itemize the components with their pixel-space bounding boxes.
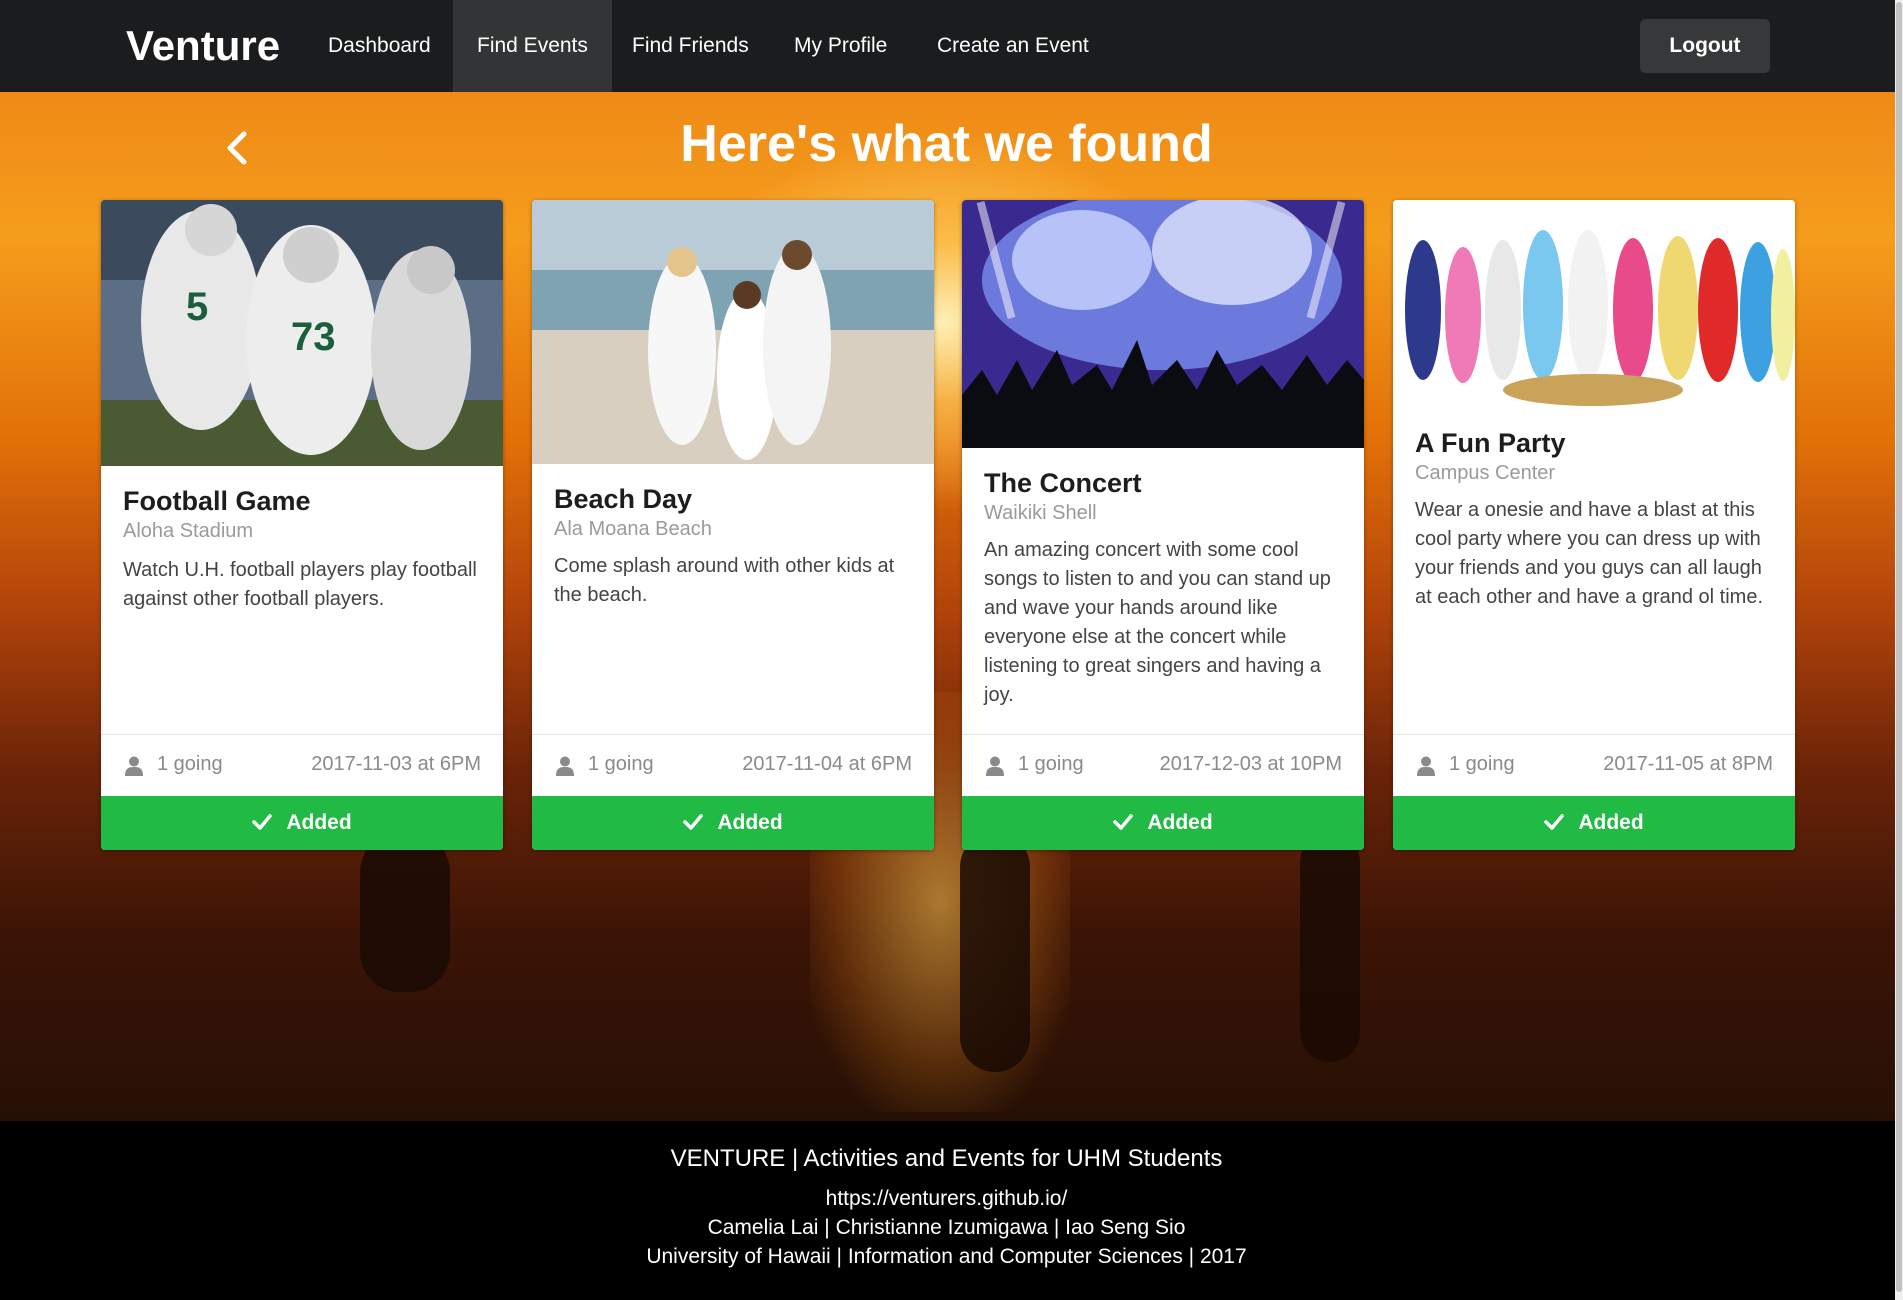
added-button-label: Added bbox=[286, 811, 352, 834]
going-count: 1 going bbox=[1449, 753, 1515, 775]
top-navbar: Venture Dashboard Find Events Find Frien… bbox=[0, 0, 1903, 92]
beach-figure-silhouette bbox=[1300, 832, 1360, 1062]
onesie-party-photo bbox=[1393, 200, 1795, 410]
checkmark-icon bbox=[683, 814, 704, 830]
event-description: Wear a onesie and have a blast at this c… bbox=[1415, 499, 1764, 608]
concert-crowd-photo bbox=[962, 200, 1364, 448]
event-date: 2017-11-04 at 6PM bbox=[742, 753, 912, 775]
event-card: Beach Day Ala Moana Beach Come splash ar… bbox=[532, 200, 934, 850]
footer-authors: Camelia Lai | Christianne Izumigawa | Ia… bbox=[707, 1216, 1186, 1239]
nav-item-create-event[interactable]: Create an Event bbox=[913, 0, 1113, 92]
checkmark-icon bbox=[252, 814, 273, 830]
nav-item-my-profile[interactable]: My Profile bbox=[770, 0, 911, 92]
event-location: Aloha Stadium bbox=[123, 520, 254, 542]
brand-logo[interactable]: Venture bbox=[126, 22, 280, 70]
event-location: Waikiki Shell bbox=[984, 502, 1097, 524]
nav-item-find-events[interactable]: Find Events bbox=[453, 0, 612, 92]
event-location: Ala Moana Beach bbox=[554, 518, 712, 540]
results-heading: Here's what we found bbox=[680, 115, 1213, 173]
footer-tagline: VENTURE | Activities and Events for UHM … bbox=[670, 1145, 1223, 1172]
site-footer: VENTURE | Activities and Events for UHM … bbox=[0, 1121, 1903, 1300]
card-extra: 1 going 2017-11-05 at 8PM bbox=[1393, 734, 1795, 796]
event-card: A Fun Party Campus Center Wear a onesie … bbox=[1393, 200, 1795, 850]
event-description: Come splash around with other kids at th… bbox=[554, 555, 895, 606]
footer-credits: University of Hawaii | Information and C… bbox=[646, 1245, 1247, 1268]
svg-text:5: 5 bbox=[186, 285, 208, 329]
checkmark-icon bbox=[1544, 814, 1565, 830]
event-date: 2017-11-03 at 6PM bbox=[311, 753, 481, 775]
checkmark-icon bbox=[1113, 814, 1134, 830]
beach-people-photo bbox=[532, 200, 934, 464]
added-button[interactable]: Added bbox=[101, 796, 503, 850]
event-description: An amazing concert with some cool songs … bbox=[984, 539, 1331, 706]
card-extra: 1 going 2017-11-03 at 6PM bbox=[101, 734, 503, 796]
svg-text:73: 73 bbox=[291, 315, 336, 359]
added-button[interactable]: Added bbox=[532, 796, 934, 850]
sunset-background: Here's what we found 5 73 Football Game … bbox=[0, 92, 1903, 1121]
event-location: Campus Center bbox=[1415, 462, 1556, 484]
user-icon bbox=[1417, 756, 1435, 776]
footer-link[interactable]: https://venturers.github.io/ bbox=[0, 1187, 1893, 1211]
event-title[interactable]: The Concert bbox=[984, 468, 1142, 499]
card-extra: 1 going 2017-12-03 at 10PM bbox=[962, 734, 1364, 796]
event-title[interactable]: Football Game bbox=[123, 486, 311, 517]
event-title[interactable]: A Fun Party bbox=[1415, 428, 1566, 459]
user-icon bbox=[986, 756, 1004, 776]
going-count: 1 going bbox=[157, 753, 223, 775]
event-card: 5 73 Football Game Aloha Stadium Watch U… bbox=[101, 200, 503, 850]
event-title[interactable]: Beach Day bbox=[554, 484, 692, 515]
football-players-photo: 5 73 bbox=[101, 200, 503, 466]
added-button-label: Added bbox=[717, 811, 783, 834]
beach-figure-silhouette bbox=[360, 832, 450, 992]
user-icon bbox=[125, 756, 143, 776]
beach-figure-silhouette bbox=[960, 832, 1030, 1072]
event-description: Watch U.H. football players play footbal… bbox=[123, 559, 477, 610]
added-button-label: Added bbox=[1578, 811, 1644, 834]
user-icon bbox=[556, 756, 574, 776]
added-button[interactable]: Added bbox=[962, 796, 1364, 850]
event-date: 2017-12-03 at 10PM bbox=[1159, 753, 1342, 775]
card-extra: 1 going 2017-11-04 at 6PM bbox=[532, 734, 934, 796]
going-count: 1 going bbox=[1018, 753, 1084, 775]
nav-item-find-friends[interactable]: Find Friends bbox=[608, 0, 773, 92]
event-date: 2017-11-05 at 8PM bbox=[1603, 753, 1773, 775]
added-button-label: Added bbox=[1147, 811, 1213, 834]
event-card: The Concert Waikiki Shell An amazing con… bbox=[962, 200, 1364, 850]
page-scrollbar[interactable] bbox=[1895, 0, 1903, 1300]
going-count: 1 going bbox=[588, 753, 654, 775]
added-button[interactable]: Added bbox=[1393, 796, 1795, 850]
logout-button[interactable]: Logout bbox=[1640, 19, 1770, 73]
nav-item-dashboard[interactable]: Dashboard bbox=[304, 0, 455, 92]
scrollbar-thumb[interactable] bbox=[1896, 2, 1902, 1292]
